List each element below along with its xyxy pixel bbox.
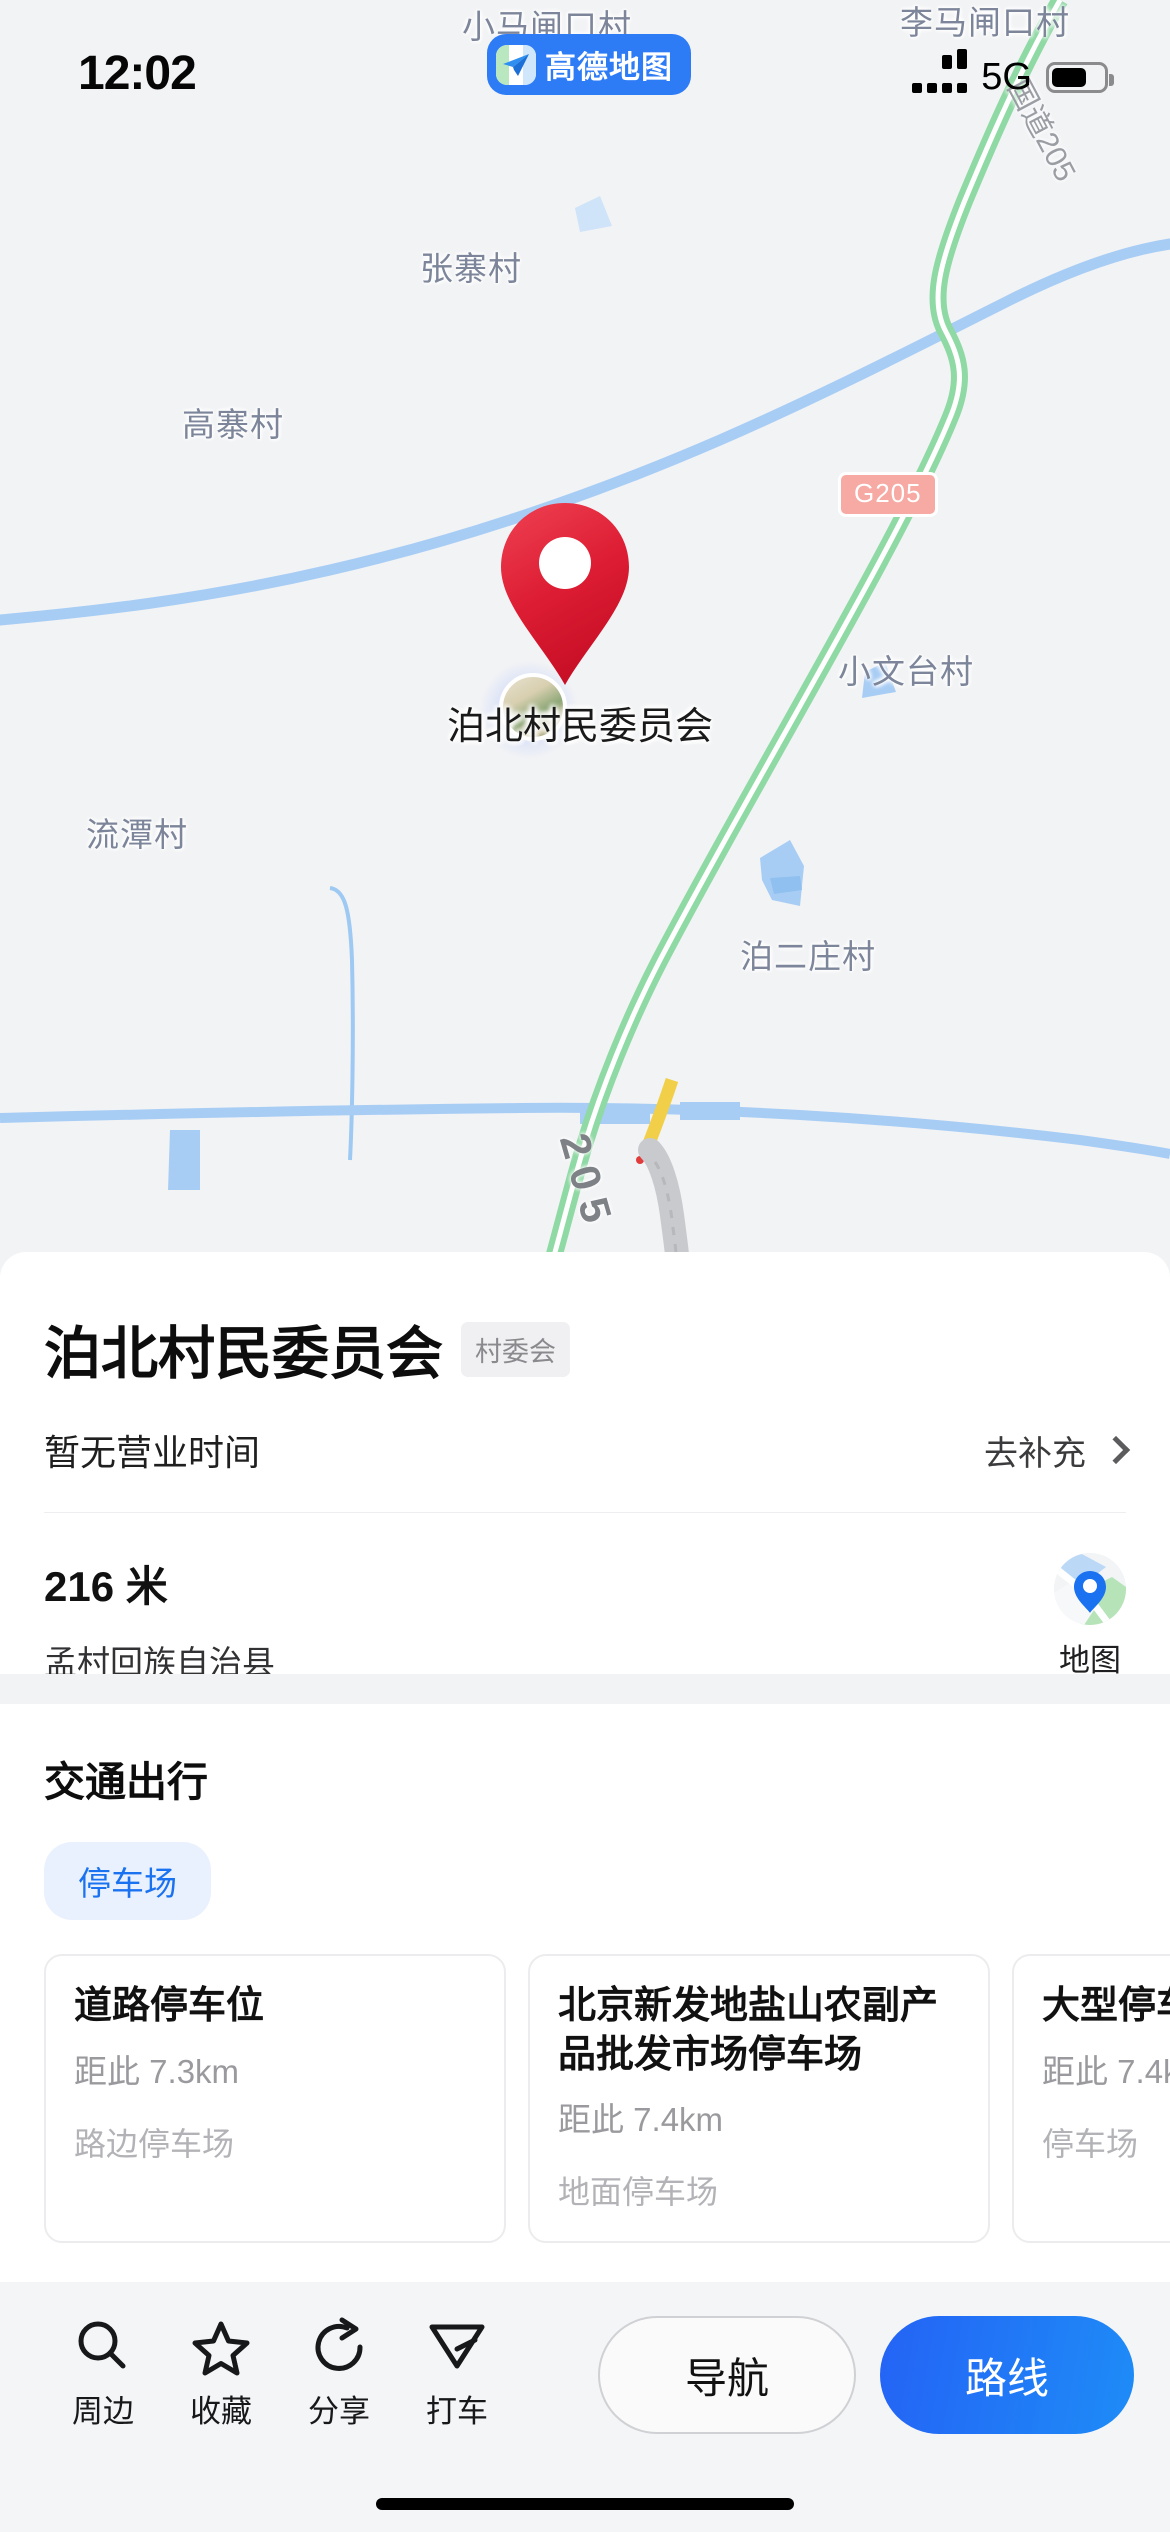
- phone-screen: 李马闸口村 小马闸口村 张寨村 高寨村 小文台村 流潭村 泊二庄村 G205 国…: [0, 0, 1170, 2532]
- tool-taxi[interactable]: 打车: [398, 2316, 516, 2431]
- transport-chip-row: 停车场: [44, 1842, 1126, 1920]
- route-button[interactable]: 路线: [880, 2316, 1134, 2434]
- map-label-liutancun: 流潭村: [86, 816, 188, 853]
- star-icon: [192, 2321, 250, 2376]
- navigate-button[interactable]: 导航: [598, 2316, 856, 2434]
- tool-nearby-label: 周边: [72, 2394, 134, 2429]
- poi-title-row: 泊北村民委员会 村委会: [44, 1308, 1126, 1390]
- parking-card-list[interactable]: 道路停车位 距此 7.3km 路边停车场 北京新发地盐山农副产品批发市场停车场 …: [0, 1954, 1170, 2244]
- network-type-label: 5G: [981, 56, 1032, 98]
- poi-name: 泊北村民委员会: [44, 1322, 443, 1386]
- map-thumbnail-button[interactable]: 地图: [1054, 1553, 1126, 1680]
- parking-card[interactable]: 道路停车位 距此 7.3km 路边停车场: [44, 1954, 506, 2244]
- tool-favorite[interactable]: 收藏: [162, 2316, 280, 2431]
- map-label-zhangzhaicun: 张寨村: [420, 250, 522, 287]
- road-badge-g205: G205: [838, 472, 938, 517]
- section-gap: [0, 1674, 1170, 1704]
- transport-section: 交通出行 停车场 道路停车位 距此 7.3km 路边停车场 北京新发地盐山农副产…: [0, 1704, 1170, 2282]
- map-label-boerzhuangcun: 泊二庄村: [740, 938, 876, 975]
- parking-card-distance: 距此 7.4km: [1042, 2052, 1170, 2090]
- parking-card-type: 停车场: [1042, 2125, 1139, 2162]
- status-clock: 12:02: [78, 47, 197, 100]
- share-icon: [315, 2317, 363, 2371]
- taxi-icon: [429, 2324, 485, 2369]
- map-label-xiaowentaicun: 小文台村: [838, 653, 974, 690]
- distance-value: 216 米: [44, 1563, 168, 1610]
- chip-parking[interactable]: 停车场: [44, 1842, 211, 1920]
- signal-bars-icon: [912, 48, 968, 93]
- amap-pill-label: 高德地图: [545, 50, 673, 85]
- parking-card-name: 大型停车场: [1042, 1985, 1170, 2027]
- distance-address-text-group: 216 米 孟村回族自治县: [44, 1553, 275, 1684]
- transport-section-title: 交通出行: [44, 1759, 208, 1805]
- parking-card-name: 道路停车位: [74, 1985, 265, 2027]
- parking-card[interactable]: 大型停车场 距此 7.4km 停车场: [1012, 1954, 1170, 2244]
- parking-card-name: 北京新发地盐山农副产品批发市场停车场: [558, 1985, 939, 2076]
- amap-app-pill[interactable]: 高德地图: [487, 34, 691, 95]
- business-hours-row[interactable]: 暂无营业时间 去补充: [44, 1424, 1131, 1512]
- tool-favorite-label: 收藏: [190, 2394, 252, 2429]
- primary-actions: 导航 路线: [598, 2316, 1134, 2434]
- map-canvas[interactable]: 李马闸口村 小马闸口村 张寨村 高寨村 小文台村 流潭村 泊二庄村 G205 国…: [0, 0, 1170, 1270]
- tool-share[interactable]: 分享: [280, 2316, 398, 2431]
- parking-card-type: 地面停车场: [558, 2174, 719, 2211]
- bottom-action-bar: 周边 收藏 分享 打车 导航 路线: [0, 2282, 1170, 2532]
- map-label-gaozhaicun: 高寨村: [182, 406, 284, 443]
- add-info-label: 去补充: [984, 1434, 1086, 1473]
- parking-card-distance: 距此 7.3km: [74, 2052, 240, 2090]
- parking-card[interactable]: 北京新发地盐山农副产品批发市场停车场 距此 7.4km 地面停车场: [528, 1954, 990, 2244]
- status-right-group: 5G: [912, 48, 1114, 99]
- poi-category-tag: 村委会: [461, 1321, 570, 1377]
- add-info-link[interactable]: 去补充: [984, 1426, 1131, 1475]
- business-hours-text: 暂无营业时间: [44, 1432, 261, 1473]
- parking-card-distance: 距此 7.4km: [558, 2101, 724, 2139]
- map-poi-label: 泊北村民委员会: [447, 706, 714, 748]
- parking-card-type: 路边停车场: [74, 2125, 235, 2162]
- amap-logo-icon: [496, 44, 536, 85]
- map-thumbnail-icon: [1054, 1553, 1126, 1625]
- tool-nearby[interactable]: 周边: [44, 2316, 162, 2431]
- tool-taxi-label: 打车: [426, 2394, 488, 2429]
- tool-share-label: 分享: [308, 2394, 370, 2429]
- search-icon: [78, 2321, 126, 2369]
- battery-icon: [1046, 62, 1114, 93]
- chevron-right-icon: [1101, 1435, 1131, 1465]
- home-indicator[interactable]: [376, 2498, 794, 2510]
